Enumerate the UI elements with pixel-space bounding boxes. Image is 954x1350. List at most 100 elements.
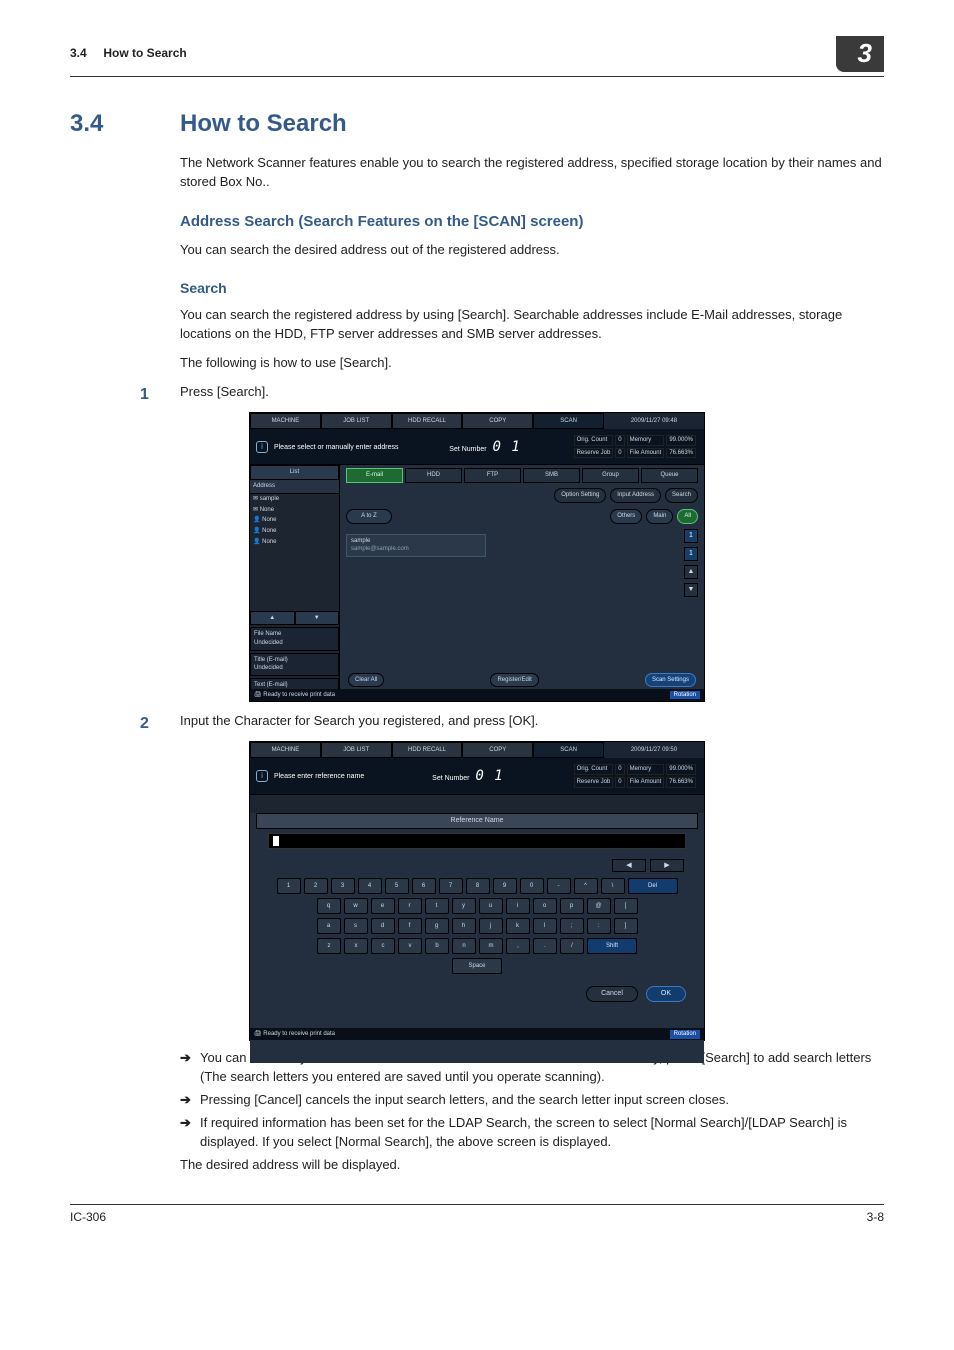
address-item[interactable]: ✉ sample — [250, 494, 339, 505]
key-g[interactable]: g — [425, 918, 449, 934]
tab2-joblist[interactable]: JOB LIST — [321, 742, 392, 758]
dest-email[interactable]: E-mail — [346, 468, 403, 483]
result-entry[interactable]: sample sample@sample.com — [346, 534, 486, 557]
filter-all[interactable]: All — [677, 509, 698, 524]
key-/[interactable]: / — [560, 938, 584, 954]
arrow-icon: ➔ — [180, 1114, 200, 1152]
scroll-up-icon[interactable]: ▲ — [250, 611, 295, 626]
key-][interactable]: ] — [614, 918, 638, 934]
key-1[interactable]: 1 — [277, 878, 301, 894]
none-1: ✉ None — [250, 505, 339, 516]
key-5[interactable]: 5 — [385, 878, 409, 894]
key-8[interactable]: 8 — [466, 878, 490, 894]
key-c[interactable]: c — [371, 938, 395, 954]
key-m[interactable]: m — [479, 938, 503, 954]
input-address-button[interactable]: Input Address — [610, 488, 661, 503]
key-x[interactable]: x — [344, 938, 368, 954]
key-space[interactable]: Space — [452, 958, 502, 974]
key-a[interactable]: a — [317, 918, 341, 934]
key-r[interactable]: r — [398, 898, 422, 914]
key-n[interactable]: n — [452, 938, 476, 954]
dest-smb[interactable]: SMB — [523, 468, 580, 483]
search-button[interactable]: Search — [665, 488, 698, 503]
key-i[interactable]: i — [506, 898, 530, 914]
step-1: 1 Press [Search]. — [70, 383, 884, 406]
key-6[interactable]: 6 — [412, 878, 436, 894]
scroll-down-icon[interactable]: ▼ — [295, 611, 340, 626]
tab-copy[interactable]: COPY — [462, 413, 533, 429]
scroll-down-button[interactable]: ▼ — [684, 583, 698, 597]
key-k[interactable]: k — [506, 918, 530, 934]
sc1-datetime: 2009/11/27 09:48 — [604, 413, 704, 429]
key-z[interactable]: z — [317, 938, 341, 954]
key-7[interactable]: 7 — [439, 878, 463, 894]
key-\[interactable]: \ — [601, 878, 625, 894]
set-number-value-2: 0 1 — [475, 768, 503, 784]
register-edit-button[interactable]: Register/Edit — [490, 673, 538, 688]
key-d[interactable]: d — [371, 918, 395, 934]
onscreen-keyboard: 1234567890-^\Del qwertyuiop@[ asdfghjkl;… — [250, 878, 704, 974]
tab-scan[interactable]: SCAN — [533, 413, 604, 429]
key-9[interactable]: 9 — [493, 878, 517, 894]
dest-ftp[interactable]: FTP — [464, 468, 521, 483]
key-del[interactable]: Del — [628, 878, 678, 894]
filter-main[interactable]: Main — [646, 509, 673, 524]
key--[interactable]: - — [547, 878, 571, 894]
reference-name-input[interactable] — [268, 833, 686, 849]
key-b[interactable]: b — [425, 938, 449, 954]
scan-settings-button[interactable]: Scan Settings — [645, 673, 696, 688]
key-t[interactable]: t — [425, 898, 449, 914]
key-p[interactable]: p — [560, 898, 584, 914]
key-:[interactable]: : — [587, 918, 611, 934]
title-box[interactable]: Title (E-mail) Undecided — [250, 653, 339, 676]
dest-hdd[interactable]: HDD — [405, 468, 462, 483]
sc1-tabbar: MACHINE JOB LIST HDD RECALL COPY SCAN 20… — [250, 413, 704, 429]
list-header[interactable]: List — [250, 465, 339, 480]
key-;[interactable]: ; — [560, 918, 584, 934]
filter-others[interactable]: Others — [610, 509, 642, 524]
tab-machine[interactable]: MACHINE — [250, 413, 321, 429]
tab-joblist[interactable]: JOB LIST — [321, 413, 392, 429]
key-f[interactable]: f — [398, 918, 422, 934]
tab2-copy[interactable]: COPY — [462, 742, 533, 758]
key-,[interactable]: , — [506, 938, 530, 954]
scroll-up-button[interactable]: ▲ — [684, 565, 698, 579]
key-4[interactable]: 4 — [358, 878, 382, 894]
tab2-scan[interactable]: SCAN — [533, 742, 604, 758]
key-[[interactable]: [ — [614, 898, 638, 914]
key-u[interactable]: u — [479, 898, 503, 914]
key-q[interactable]: q — [317, 898, 341, 914]
key-^[interactable]: ^ — [574, 878, 598, 894]
key-v[interactable]: v — [398, 938, 422, 954]
key-@[interactable]: @ — [587, 898, 611, 914]
key-2[interactable]: 2 — [304, 878, 328, 894]
tab2-hddrecall[interactable]: HDD RECALL — [392, 742, 463, 758]
key-w[interactable]: w — [344, 898, 368, 914]
cursor-left-button[interactable]: ◀ — [612, 859, 646, 872]
key-l[interactable]: l — [533, 918, 557, 934]
dest-group[interactable]: Group — [582, 468, 639, 483]
file-name-box[interactable]: File Name Undecided — [250, 627, 339, 650]
key-y[interactable]: y — [452, 898, 476, 914]
cursor-right-button[interactable]: ▶ — [650, 859, 684, 872]
dest-queue[interactable]: Queue — [641, 468, 698, 483]
key-shift[interactable]: Shift — [587, 938, 637, 954]
clear-all-button[interactable]: Clear All — [348, 673, 384, 688]
footer-left: IC-306 — [70, 1209, 106, 1226]
tab-hddrecall[interactable]: HDD RECALL — [392, 413, 463, 429]
key-3[interactable]: 3 — [331, 878, 355, 894]
ok-button[interactable]: OK — [646, 986, 686, 1002]
filter-atoz[interactable]: A to Z — [346, 509, 392, 524]
key-s[interactable]: s — [344, 918, 368, 934]
option-setting-button[interactable]: Option Setting — [554, 488, 606, 503]
key-h[interactable]: h — [452, 918, 476, 934]
tab2-machine[interactable]: MACHINE — [250, 742, 321, 758]
key-j[interactable]: j — [479, 918, 503, 934]
cancel-button[interactable]: Cancel — [586, 986, 638, 1002]
key-0[interactable]: 0 — [520, 878, 544, 894]
key-o[interactable]: o — [533, 898, 557, 914]
key-.[interactable]: . — [533, 938, 557, 954]
key-e[interactable]: e — [371, 898, 395, 914]
step-1-number: 1 — [70, 383, 180, 406]
notes-list: ➔You can search by at minimum one charac… — [180, 1049, 884, 1151]
